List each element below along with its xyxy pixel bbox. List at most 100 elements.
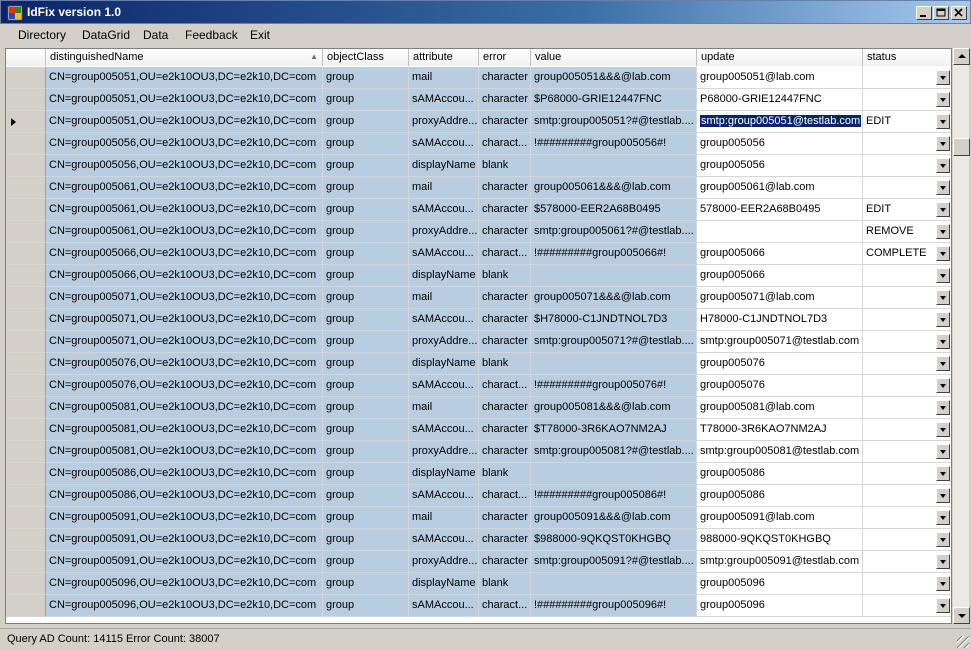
cell-value[interactable]: !#########group005056#!: [531, 133, 697, 155]
cell-status[interactable]: [863, 463, 951, 485]
cell-attribute[interactable]: sAMAccou...: [409, 199, 479, 221]
cell-error[interactable]: blank: [479, 265, 531, 287]
cell-value[interactable]: [531, 463, 697, 485]
cell-status[interactable]: [863, 397, 951, 419]
cell-value[interactable]: [531, 353, 697, 375]
cell-distinguishedname[interactable]: CN=group005076,OU=e2k10OU3,DC=e2k10,DC=c…: [46, 375, 323, 397]
table-row[interactable]: CN=group005096,OU=e2k10OU3,DC=e2k10,DC=c…: [6, 573, 951, 595]
row-header[interactable]: [6, 265, 46, 287]
row-header[interactable]: [6, 287, 46, 309]
row-header[interactable]: [6, 353, 46, 375]
cell-status[interactable]: REMOVE: [863, 221, 951, 243]
cell-update[interactable]: group005071@lab.com: [697, 287, 863, 309]
cell-objectclass[interactable]: group: [323, 331, 409, 353]
cell-objectclass[interactable]: group: [323, 375, 409, 397]
cell-update[interactable]: group005051@lab.com: [697, 67, 863, 89]
cell-attribute[interactable]: displayName: [409, 463, 479, 485]
table-row[interactable]: CN=group005051,OU=e2k10OU3,DC=e2k10,DC=c…: [6, 67, 951, 89]
status-dropdown-button[interactable]: [936, 246, 950, 261]
cell-status[interactable]: [863, 89, 951, 111]
cell-update[interactable]: group005056: [697, 155, 863, 177]
row-header[interactable]: [6, 199, 46, 221]
cell-error[interactable]: character: [479, 67, 531, 89]
header-status[interactable]: status: [863, 49, 951, 66]
scroll-thumb[interactable]: [953, 138, 970, 156]
cell-objectclass[interactable]: group: [323, 221, 409, 243]
table-row[interactable]: CN=group005056,OU=e2k10OU3,DC=e2k10,DC=c…: [6, 155, 951, 177]
cell-error[interactable]: character: [479, 529, 531, 551]
cell-status[interactable]: [863, 529, 951, 551]
cell-attribute[interactable]: mail: [409, 507, 479, 529]
cell-value[interactable]: group005091&&&@lab.com: [531, 507, 697, 529]
cell-error[interactable]: blank: [479, 353, 531, 375]
cell-update[interactable]: smtp:group005051@testlab.com: [697, 111, 863, 133]
table-row[interactable]: CN=group005096,OU=e2k10OU3,DC=e2k10,DC=c…: [6, 595, 951, 617]
row-header[interactable]: [6, 441, 46, 463]
row-header[interactable]: [6, 67, 46, 89]
cell-objectclass[interactable]: group: [323, 111, 409, 133]
cell-value[interactable]: $T78000-3R6KAO7NM2AJ: [531, 419, 697, 441]
cell-update[interactable]: 578000-EER2A68B0495: [697, 199, 863, 221]
cell-value[interactable]: smtp:group005091?#@testlab....: [531, 551, 697, 573]
row-header[interactable]: [6, 529, 46, 551]
status-dropdown-button[interactable]: [936, 598, 950, 613]
cell-distinguishedname[interactable]: CN=group005086,OU=e2k10OU3,DC=e2k10,DC=c…: [46, 485, 323, 507]
cell-error[interactable]: character: [479, 419, 531, 441]
cell-objectclass[interactable]: group: [323, 485, 409, 507]
cell-objectclass[interactable]: group: [323, 199, 409, 221]
cell-status[interactable]: [863, 331, 951, 353]
header-value[interactable]: value: [531, 49, 697, 66]
cell-attribute[interactable]: sAMAccou...: [409, 375, 479, 397]
status-dropdown-button[interactable]: [936, 92, 950, 107]
cell-attribute[interactable]: mail: [409, 67, 479, 89]
table-row[interactable]: CN=group005081,OU=e2k10OU3,DC=e2k10,DC=c…: [6, 419, 951, 441]
header-error[interactable]: error: [479, 49, 531, 66]
cell-distinguishedname[interactable]: CN=group005081,OU=e2k10OU3,DC=e2k10,DC=c…: [46, 419, 323, 441]
cell-distinguishedname[interactable]: CN=group005071,OU=e2k10OU3,DC=e2k10,DC=c…: [46, 331, 323, 353]
cell-attribute[interactable]: proxyAddre...: [409, 111, 479, 133]
cell-distinguishedname[interactable]: CN=group005061,OU=e2k10OU3,DC=e2k10,DC=c…: [46, 199, 323, 221]
row-header[interactable]: [6, 419, 46, 441]
row-header[interactable]: [6, 331, 46, 353]
cell-attribute[interactable]: sAMAccou...: [409, 243, 479, 265]
cell-update[interactable]: smtp:group005081@testlab.com: [697, 441, 863, 463]
title-bar[interactable]: IdFix version 1.0: [0, 0, 971, 24]
cell-attribute[interactable]: sAMAccou...: [409, 133, 479, 155]
row-header[interactable]: [6, 551, 46, 573]
cell-error[interactable]: character: [479, 89, 531, 111]
cell-update[interactable]: group005066: [697, 243, 863, 265]
header-distinguishedname[interactable]: distinguishedName ▲: [46, 49, 323, 66]
status-dropdown-button[interactable]: [936, 400, 950, 415]
cell-status[interactable]: [863, 507, 951, 529]
cell-value[interactable]: $P68000-GRIE12447FNC: [531, 89, 697, 111]
cell-distinguishedname[interactable]: CN=group005091,OU=e2k10OU3,DC=e2k10,DC=c…: [46, 551, 323, 573]
status-dropdown-button[interactable]: [936, 224, 950, 239]
cell-update[interactable]: group005056: [697, 133, 863, 155]
cell-value[interactable]: group005061&&&@lab.com: [531, 177, 697, 199]
cell-distinguishedname[interactable]: CN=group005096,OU=e2k10OU3,DC=e2k10,DC=c…: [46, 573, 323, 595]
table-row[interactable]: CN=group005071,OU=e2k10OU3,DC=e2k10,DC=c…: [6, 287, 951, 309]
cell-value[interactable]: smtp:group005081?#@testlab....: [531, 441, 697, 463]
cell-error[interactable]: blank: [479, 155, 531, 177]
cell-objectclass[interactable]: group: [323, 463, 409, 485]
table-row[interactable]: CN=group005061,OU=e2k10OU3,DC=e2k10,DC=c…: [6, 221, 951, 243]
maximize-button[interactable]: [933, 6, 949, 20]
table-row[interactable]: CN=group005066,OU=e2k10OU3,DC=e2k10,DC=c…: [6, 265, 951, 287]
cell-update[interactable]: smtp:group005071@testlab.com: [697, 331, 863, 353]
status-dropdown-button[interactable]: [936, 180, 950, 195]
cell-attribute[interactable]: displayName: [409, 573, 479, 595]
cell-update[interactable]: smtp:group005091@testlab.com: [697, 551, 863, 573]
close-button[interactable]: [951, 6, 967, 20]
cell-attribute[interactable]: mail: [409, 397, 479, 419]
table-row[interactable]: CN=group005071,OU=e2k10OU3,DC=e2k10,DC=c…: [6, 331, 951, 353]
row-header[interactable]: [6, 507, 46, 529]
status-dropdown-button[interactable]: [936, 466, 950, 481]
cell-update[interactable]: [697, 221, 863, 243]
cell-update[interactable]: group005091@lab.com: [697, 507, 863, 529]
row-header[interactable]: [6, 463, 46, 485]
cell-distinguishedname[interactable]: CN=group005096,OU=e2k10OU3,DC=e2k10,DC=c…: [46, 595, 323, 617]
status-dropdown-button[interactable]: [936, 136, 950, 151]
cell-attribute[interactable]: displayName: [409, 155, 479, 177]
cell-distinguishedname[interactable]: CN=group005051,OU=e2k10OU3,DC=e2k10,DC=c…: [46, 111, 323, 133]
cell-status[interactable]: [863, 133, 951, 155]
